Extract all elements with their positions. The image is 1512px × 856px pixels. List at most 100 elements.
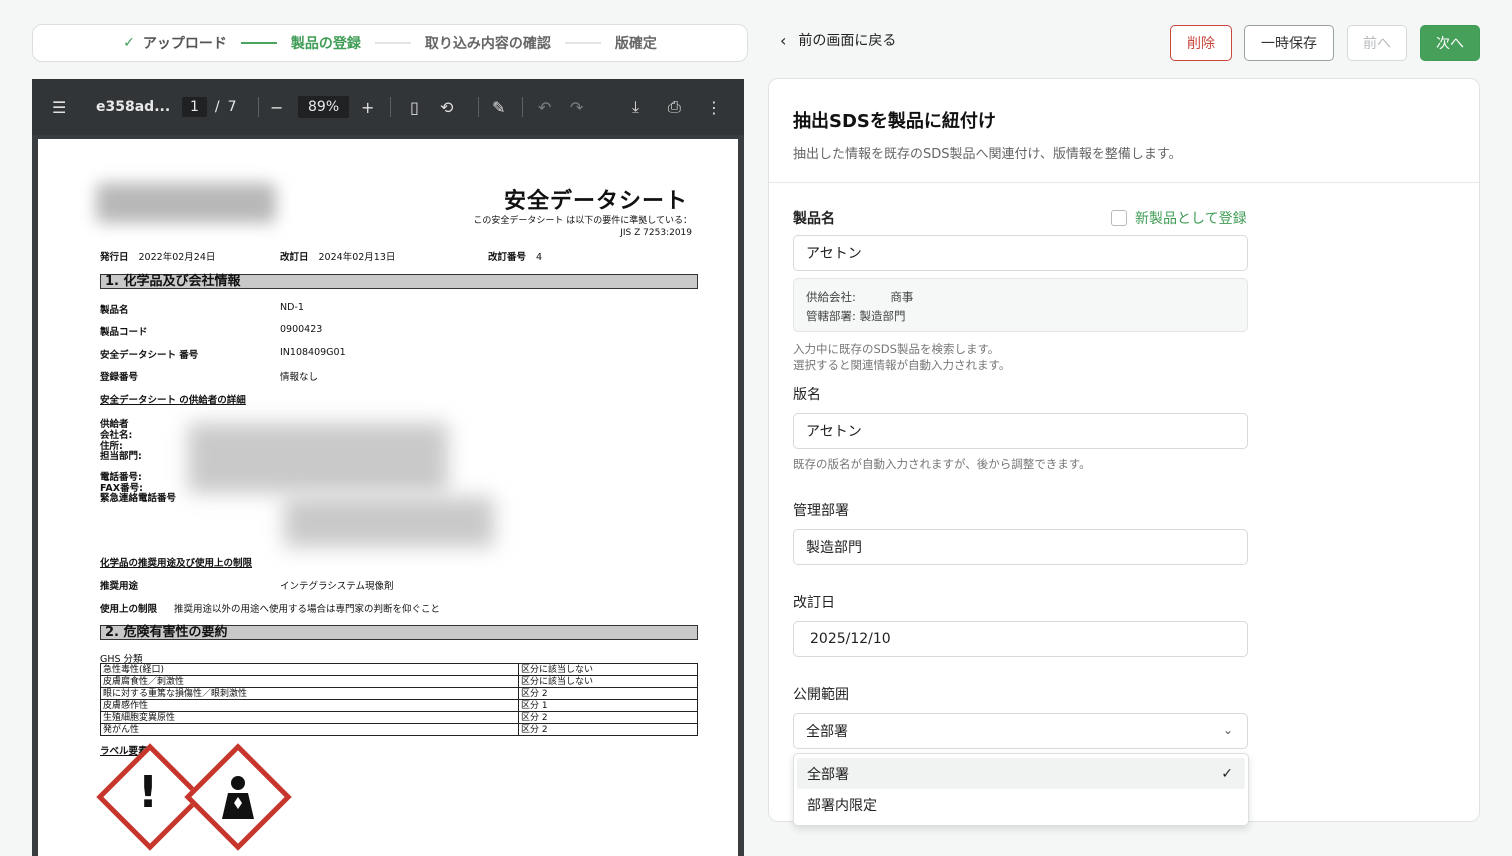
zoom-input[interactable]: 89% [298, 96, 350, 118]
dept-input[interactable]: 製造部門 [793, 529, 1248, 565]
kv-value: 推奨用途以外の用途へ使用する場合は専門家の判断を仰ぐこと [174, 604, 441, 615]
new-product-checkbox[interactable]: 新製品として登録 [1111, 208, 1247, 228]
kv-key: 緊急連絡電話番号 [100, 493, 177, 504]
page-slash: / [214, 99, 220, 115]
step-label: 版確定 [614, 36, 657, 52]
link-form-card: 抽出SDSを製品に紐付け 抽出した情報を既存のSDS製品へ関連付け、版情報を整備… [768, 78, 1480, 822]
toolbar-divider [258, 97, 259, 117]
menu-icon[interactable]: ☰ [52, 79, 66, 135]
page-input[interactable]: 1 [182, 97, 207, 117]
kv-value: 情報なし [280, 372, 319, 383]
pdf-viewer: ☰ e358ad... 1 / 7 − 89% + ▯ ⟲ ✎ ↶ ↷ ⤓ ⎙ … [32, 79, 744, 856]
page-total: 7 [227, 99, 237, 115]
use-heading: 化学品の推奨用途及び使用上の制限 [100, 558, 253, 569]
kv-key: 登録番号 [100, 372, 139, 383]
download-icon[interactable]: ⤓ [632, 79, 639, 135]
step-label: 製品の登録 [290, 36, 361, 52]
redo-icon[interactable]: ↷ [570, 79, 583, 135]
company-logo-blurred [96, 183, 276, 223]
stepper: ✓ アップロード 製品の登録 取り込み内容の確認 版確定 [32, 24, 748, 62]
dept-line: 管轄部署: 製造部門 [806, 309, 906, 323]
toolbar-divider [478, 97, 479, 117]
sds-subtitle: この安全データシート は以下の要件に準拠している： JIS Z 7253:201… [473, 216, 692, 238]
table-row: 発がん性 区分 2 [100, 723, 698, 736]
pdf-filename: e358ad... [96, 99, 171, 115]
table-row: 生殖細胞変異原性 区分 2 [100, 711, 698, 724]
supplier-line: 供給会社: 商事 [806, 290, 914, 304]
step-upload[interactable]: ✓ アップロード [123, 33, 227, 53]
step-connector [240, 42, 277, 44]
version-label: 版名 [793, 387, 821, 403]
new-product-label: 新製品として登録 [1135, 211, 1247, 227]
card-header: 抽出SDSを製品に紐付け 抽出した情報を既存のSDS製品へ関連付け、版情報を整備… [769, 79, 1479, 183]
annotate-icon[interactable]: ✎ [492, 79, 505, 135]
scope-select[interactable]: 全部署 ⌄ [793, 713, 1248, 749]
table-row: 眼に対する重篤な損傷性／眼刺激性 区分 2 [100, 687, 698, 700]
sds-title: 安全データシート [503, 189, 688, 214]
scope-option-all[interactable]: 全部署 ✓ [797, 758, 1245, 789]
product-name-input[interactable]: アセトン [793, 235, 1248, 271]
pdf-page: 安全データシート この安全データシート は以下の要件に準拠している： JIS Z… [38, 139, 738, 856]
delete-button[interactable]: 削除 [1170, 25, 1232, 61]
issue-date: 発行日 2022年02月24日 [100, 252, 216, 263]
product-name-label: 製品名 [793, 211, 835, 227]
dept-label: 管理部署 [793, 503, 849, 519]
page-indicator: 1 / 7 [182, 79, 237, 135]
chevron-down-icon: ⌄ [1222, 723, 1233, 737]
table-row: 皮膚感作性 区分 1 [100, 699, 698, 712]
product-info-box: 供給会社: 商事 管轄部署: 製造部門 [793, 278, 1248, 332]
step-label: 取り込み内容の確認 [424, 36, 551, 52]
kv-key: 担当部門: [100, 451, 142, 462]
zoom-out-icon[interactable]: − [270, 79, 283, 135]
back-link[interactable]: ‹ 前の画面に戻る [780, 30, 896, 50]
zoom-indicator: 89% [298, 79, 350, 135]
step-connector [564, 42, 601, 44]
print-icon[interactable]: ⎙ [668, 79, 681, 135]
kv-key: 使用上の制限 [100, 604, 158, 615]
prev-button[interactable]: 前へ [1347, 25, 1407, 61]
zoom-in-icon[interactable]: + [361, 79, 374, 135]
revision-date-input[interactable]: 2025/12/10 [793, 621, 1248, 657]
chevron-left-icon: ‹ [780, 30, 787, 50]
redacted-block [284, 497, 494, 547]
kv-value: 0900423 [280, 324, 323, 335]
save-draft-button[interactable]: 一時保存 [1244, 25, 1334, 61]
scope-label: 公開範囲 [793, 687, 849, 703]
toolbar-divider [390, 97, 391, 117]
fit-page-icon[interactable]: ▯ [410, 79, 419, 135]
supplier-detail-heading: 安全データシート の供給者の詳細 [100, 395, 246, 406]
kv-value: インテグラシステム現像剤 [280, 581, 394, 592]
kv-key: 推奨用途 [100, 581, 139, 592]
scope-option-dept[interactable]: 部署内限定 [797, 789, 1245, 820]
redacted-block [188, 423, 448, 493]
toolbar-divider [522, 97, 523, 117]
next-button[interactable]: 次へ [1420, 25, 1480, 61]
pdf-toolbar: ☰ e358ad... 1 / 7 − 89% + ▯ ⟲ ✎ ↶ ↷ ⤓ ⎙ … [32, 79, 744, 135]
step-review[interactable]: 取り込み内容の確認 [425, 33, 551, 53]
product-hint: 入力中に既存のSDS製品を検索します。 選択すると関連情報が自動入力されます。 [793, 342, 1011, 372]
table-row: 皮膚腐食性／刺激性 区分に該当しない [100, 675, 698, 688]
step-product-register[interactable]: 製品の登録 [291, 33, 361, 53]
version-input[interactable]: アセトン [793, 413, 1248, 449]
back-label: 前の画面に戻る [798, 33, 897, 49]
exclamation-mark: ! [138, 767, 159, 818]
kv-key: 製品名 [100, 305, 129, 316]
form-description: 抽出した情報を既存のSDS製品へ関連付け、版情報を整備します。 [793, 147, 1182, 162]
step-finalize[interactable]: 版確定 [615, 33, 657, 53]
revision-date-label: 改訂日 [793, 595, 835, 611]
version-hint: 既存の版名が自動入力されますが、後から調整できます。 [793, 457, 1091, 471]
kv-key: 製品コード [100, 327, 148, 338]
scope-selected-value: 全部署 [806, 724, 848, 740]
checkbox-box[interactable] [1111, 210, 1127, 226]
form-title: 抽出SDSを製品に紐付け [793, 111, 996, 132]
ghs-table: 急性毒性(経口) 区分に該当しない 皮膚腐食性／刺激性 区分に該当しない 眼に対する… [100, 663, 698, 736]
rotate-icon[interactable]: ⟲ [440, 79, 453, 135]
health-hazard-figure-icon [222, 776, 254, 819]
kv-key: 安全データシート 番号 [100, 350, 199, 361]
more-vertical-icon[interactable]: ⋮ [706, 79, 722, 135]
revise-date: 改訂日 2024年02月13日 [280, 252, 396, 263]
section-2-header: 2. 危険有害性の要約 [100, 625, 698, 640]
undo-icon[interactable]: ↶ [538, 79, 551, 135]
check-icon: ✓ [1221, 765, 1233, 782]
table-row: 急性毒性(経口) 区分に該当しない [100, 663, 698, 676]
